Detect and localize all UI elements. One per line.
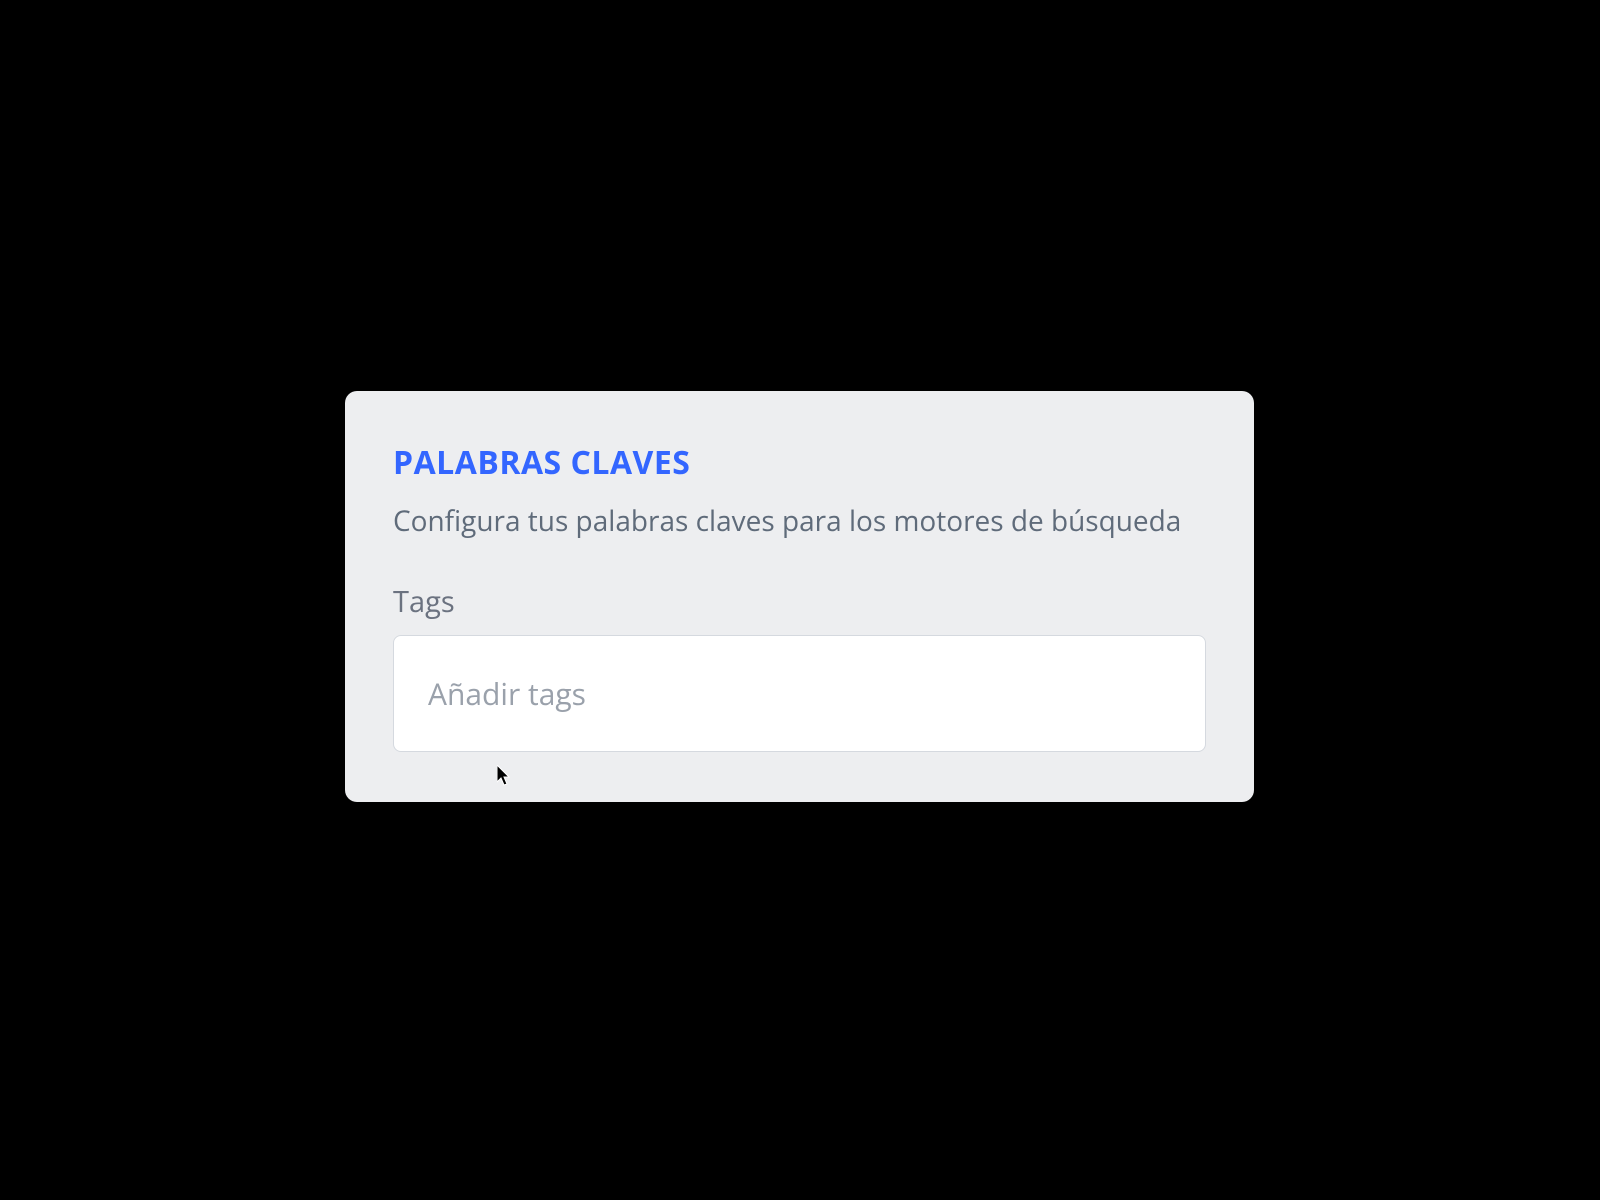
tags-input[interactable]	[393, 635, 1206, 752]
card-subtitle: Configura tus palabras claves para los m…	[393, 502, 1206, 540]
tags-label: Tags	[393, 582, 1206, 621]
card-title: PALABRAS CLAVES	[393, 441, 1206, 484]
keywords-card: PALABRAS CLAVES Configura tus palabras c…	[345, 391, 1254, 802]
